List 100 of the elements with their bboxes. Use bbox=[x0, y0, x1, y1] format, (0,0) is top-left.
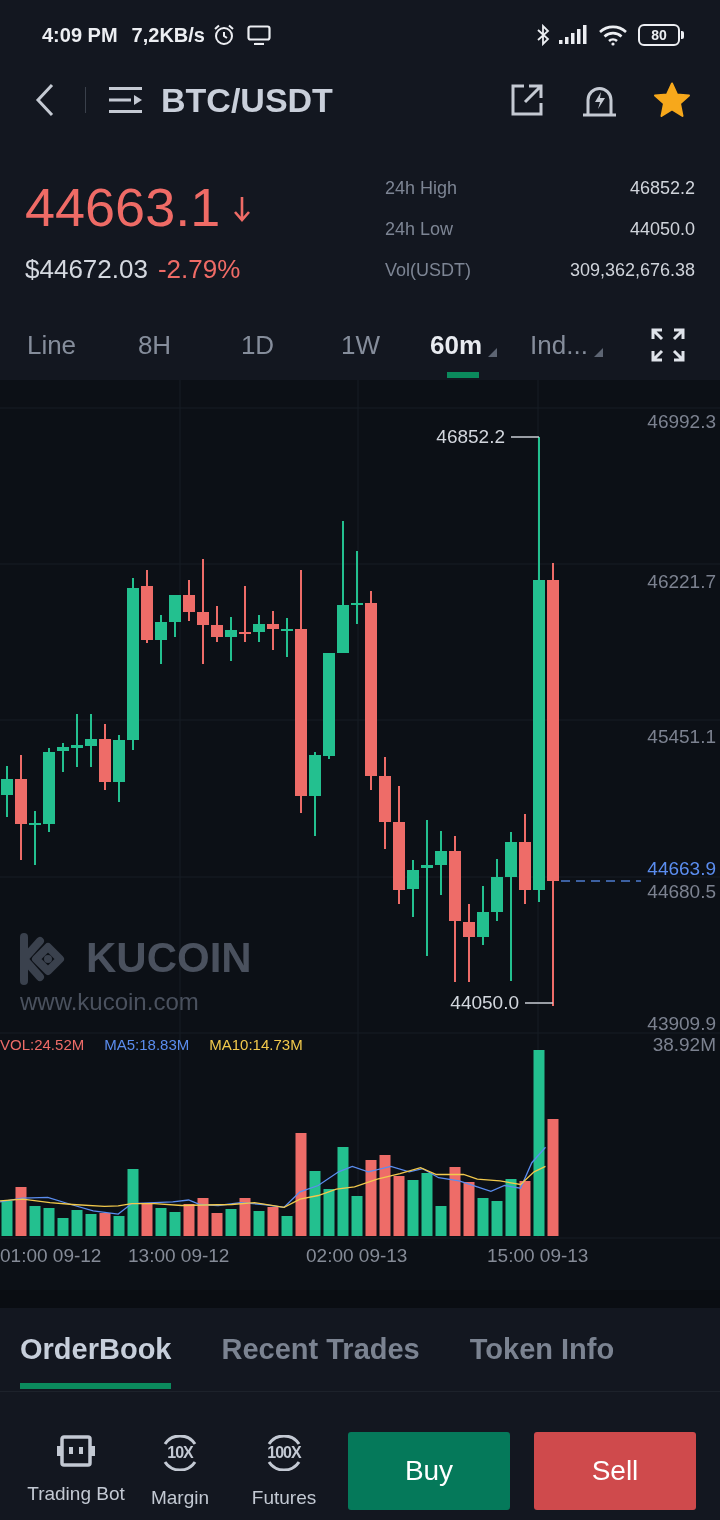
volume-bar bbox=[309, 1171, 321, 1236]
volume-bar bbox=[113, 1216, 125, 1236]
volume-bar bbox=[323, 1189, 335, 1236]
fiat-price: $44672.03 bbox=[25, 253, 148, 285]
candle bbox=[491, 859, 503, 921]
candle bbox=[71, 714, 83, 767]
volume-bar bbox=[505, 1179, 517, 1236]
interval-tab[interactable]: 60m bbox=[412, 310, 515, 380]
logo-text: KUCOIN bbox=[86, 934, 252, 982]
high-price-label: 46852.2 bbox=[436, 426, 505, 448]
monitor-icon bbox=[246, 25, 271, 45]
volume-bar bbox=[99, 1213, 111, 1236]
volume-bar bbox=[421, 1173, 433, 1236]
candle bbox=[253, 615, 265, 642]
candle bbox=[407, 860, 419, 917]
section-tab[interactable]: OrderBook bbox=[20, 1308, 172, 1391]
volume-bar bbox=[29, 1206, 41, 1236]
shortcut-button[interactable]: 10X Margin bbox=[128, 1435, 232, 1509]
last-price-label: 44663.9 bbox=[647, 858, 716, 880]
leverage-badge: 100X bbox=[260, 1435, 308, 1471]
candle bbox=[155, 615, 167, 664]
sell-button[interactable]: Sell bbox=[534, 1432, 696, 1510]
price-axis-label: 45451.1 bbox=[647, 726, 716, 748]
volume-bar bbox=[127, 1169, 139, 1236]
wifi-icon bbox=[598, 24, 628, 46]
volume-bar bbox=[281, 1216, 293, 1236]
volume-bar bbox=[225, 1209, 237, 1236]
candle bbox=[183, 580, 195, 621]
time-axis-label: 02:00 09-13 bbox=[306, 1245, 408, 1267]
candle bbox=[267, 611, 279, 650]
network-speed: 7,2KB/s bbox=[131, 23, 205, 48]
interval-tab[interactable]: 1W bbox=[309, 310, 412, 380]
volume-bar bbox=[491, 1201, 503, 1236]
candle bbox=[113, 735, 125, 802]
share-icon[interactable] bbox=[510, 83, 544, 117]
volume-bar bbox=[393, 1176, 405, 1236]
shortcut-button[interactable]: Trading Bot bbox=[24, 1435, 128, 1505]
candle bbox=[85, 714, 97, 767]
volume-bar bbox=[1, 1201, 13, 1236]
stat-value: 44050.0 bbox=[629, 218, 695, 241]
candle bbox=[29, 811, 41, 865]
volume-bar bbox=[449, 1167, 461, 1236]
volume-bar bbox=[239, 1198, 251, 1236]
shortcut-button[interactable]: 100X Futures bbox=[232, 1435, 336, 1509]
volume-axis-label: 38.92M bbox=[652, 1034, 716, 1056]
candle bbox=[281, 618, 293, 657]
stat-value: 46852.2 bbox=[629, 177, 695, 200]
last-price: 44663.1 bbox=[25, 179, 221, 235]
time-axis-label: 15:00 09-13 bbox=[487, 1245, 589, 1267]
menu-icon[interactable] bbox=[109, 85, 142, 115]
volume-bar bbox=[463, 1182, 475, 1236]
volume-bar bbox=[141, 1204, 153, 1236]
interval-tab[interactable]: 1D bbox=[206, 310, 309, 380]
volume-bar bbox=[15, 1187, 27, 1236]
volume-bar bbox=[169, 1212, 181, 1236]
pair-title[interactable]: BTC/USDT bbox=[161, 74, 333, 126]
price-axis-label: 46992.3 bbox=[647, 411, 716, 433]
volume-bar bbox=[477, 1198, 489, 1236]
volume-legend-label: MA10:14.73M bbox=[209, 1035, 303, 1055]
fullscreen-icon[interactable] bbox=[651, 328, 685, 362]
volume-bar bbox=[57, 1218, 69, 1236]
candle bbox=[225, 617, 237, 661]
back-icon[interactable] bbox=[35, 83, 55, 117]
volume-bar bbox=[183, 1204, 195, 1236]
interval-tab[interactable]: Line bbox=[0, 310, 103, 380]
candle bbox=[57, 743, 69, 772]
stat-label: Vol(USDT) bbox=[385, 259, 471, 282]
interval-tab[interactable]: Ind... bbox=[515, 310, 618, 380]
candle bbox=[435, 831, 447, 895]
candle bbox=[1, 766, 13, 817]
stat-label: 24h High bbox=[385, 177, 458, 200]
volume-bar bbox=[211, 1213, 223, 1236]
candle bbox=[169, 595, 181, 637]
volume-bar bbox=[85, 1214, 97, 1236]
volume-bar bbox=[71, 1210, 83, 1236]
signal-icon bbox=[558, 25, 588, 45]
price-axis-label: 44680.5 bbox=[647, 881, 716, 903]
section-tab[interactable]: Token Info bbox=[469, 1308, 615, 1391]
volume-bar bbox=[407, 1180, 419, 1236]
volume-bar bbox=[197, 1198, 209, 1236]
leverage-badge: 10X bbox=[156, 1435, 204, 1471]
price-change: -2.79% bbox=[157, 253, 241, 285]
time-axis-label: 01:00 09-12 bbox=[0, 1245, 102, 1267]
time-axis-label: 13:00 09-12 bbox=[128, 1245, 230, 1267]
bluetooth-icon bbox=[536, 24, 550, 46]
stat-value: 309,362,676.38 bbox=[569, 259, 695, 282]
candle bbox=[239, 586, 251, 642]
volume-bar bbox=[435, 1206, 447, 1236]
website-url: www.kucoin.com bbox=[20, 988, 199, 1016]
candle bbox=[211, 606, 223, 642]
volume-bar bbox=[253, 1211, 265, 1236]
low-price-label: 44050.0 bbox=[450, 992, 519, 1014]
star-icon[interactable] bbox=[653, 82, 691, 118]
status-time: 4:09 PM bbox=[42, 23, 118, 48]
section-tab[interactable]: Recent Trades bbox=[221, 1308, 420, 1391]
stat-label: 24h Low bbox=[385, 218, 454, 241]
interval-tab[interactable]: 8H bbox=[103, 310, 206, 380]
volume-bar bbox=[519, 1181, 531, 1236]
leader-line bbox=[510, 436, 540, 438]
buy-button[interactable]: Buy bbox=[348, 1432, 510, 1510]
